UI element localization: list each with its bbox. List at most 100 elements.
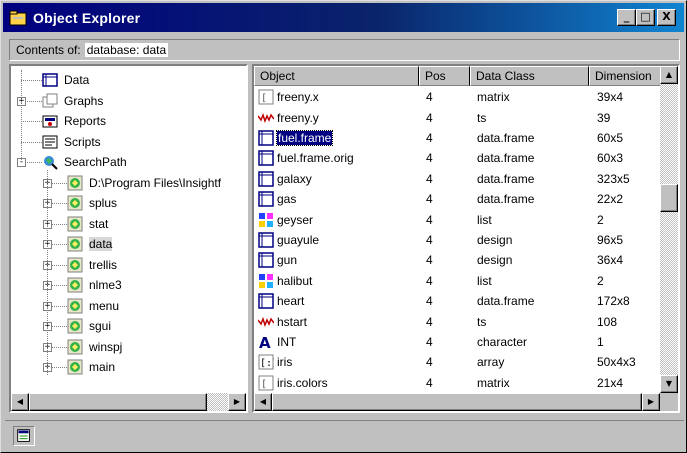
object-name: iris.colors	[277, 375, 328, 390]
object-dimension: 1	[597, 335, 604, 350]
table-row[interactable]: [ ]iris.colors 4 matrix 21x4	[254, 373, 662, 393]
tree-item-sgui[interactable]: sgui	[67, 316, 111, 336]
object-name: gas	[277, 192, 297, 207]
tree-item-stat[interactable]: stat	[67, 214, 108, 234]
list-scroll-up-button[interactable]: ▲	[660, 66, 678, 84]
tree-item-label: Reports	[64, 114, 107, 128]
minimize-button[interactable]: _	[617, 9, 636, 26]
object-pos: 4	[426, 294, 433, 309]
object-dimension: 2	[597, 212, 604, 227]
tree-horizontal-scrollbar[interactable]: ◀ ▶	[11, 393, 246, 411]
tree-scroll-left-button[interactable]: ◀	[11, 393, 29, 411]
table-row[interactable]: gun 4 design 36x4	[254, 250, 662, 271]
character-icon: A	[259, 334, 271, 350]
contents-of-bar: Contents of: database: data	[9, 39, 680, 61]
ts-icon	[258, 316, 274, 327]
table-row[interactable]: freeny.y 4 ts 39	[254, 107, 662, 128]
tree-item-label: winspj	[89, 339, 123, 354]
tree-item-main[interactable]: main	[67, 357, 115, 377]
table-row[interactable]: [:]iris 4 array 50x4x3	[254, 352, 662, 373]
table-row[interactable]: [ ]freeny.x 4 matrix 39x4	[254, 87, 662, 108]
list-icon	[259, 273, 273, 288]
tree-item-searchpath[interactable]: SearchPath	[42, 152, 127, 172]
list-scroll-right-button[interactable]: ▶	[642, 393, 660, 411]
list-scroll-left-button[interactable]: ◀	[254, 393, 272, 411]
tree-item-menu[interactable]: menu	[67, 296, 119, 316]
dataframe-icon	[258, 191, 274, 207]
contents-of-value: database: data	[84, 43, 169, 57]
title-bar[interactable]: Object Explorer _ □ X	[3, 3, 684, 32]
tree-branch-line	[47, 170, 48, 375]
table-row[interactable]: halibut 4 list 2	[254, 271, 662, 292]
tree-scroll-right-button[interactable]: ▶	[228, 393, 246, 411]
tree-item-graphs[interactable]: Graphs	[42, 91, 103, 111]
tree-connector	[21, 141, 42, 143]
object-data-class: character	[477, 335, 528, 350]
tree-item-label: stat	[89, 216, 109, 231]
column-header-pos[interactable]: Pos	[419, 66, 470, 86]
tree-item-label: sgui	[89, 319, 112, 333]
object-data-class: matrix	[477, 375, 510, 390]
matrix-icon: [ ]	[258, 89, 274, 105]
tree-item-data[interactable]: data	[67, 234, 113, 254]
table-row[interactable]: galaxy 4 data.frame 323x5	[254, 169, 662, 190]
object-explorer-window: Object Explorer _ □ X Contents of: datab…	[0, 0, 687, 453]
object-data-class: ts	[477, 110, 487, 125]
list-vertical-thumb[interactable]	[660, 184, 678, 212]
list-horizontal-thumb[interactable]	[272, 393, 642, 411]
table-row[interactable]: geyser 4 list 2	[254, 209, 662, 230]
tree-item-label: splus	[89, 196, 118, 210]
object-dimension: 323x5	[597, 171, 630, 186]
object-name: gun	[277, 253, 298, 268]
tree-connector	[21, 80, 42, 81]
status-tool-icon[interactable]	[13, 426, 35, 446]
svg-text:[:]: [:]	[260, 358, 274, 369]
database-icon	[67, 298, 83, 313]
object-name: fuel.frame.orig	[277, 151, 354, 166]
tree-item-label: trellis	[89, 257, 118, 272]
close-button[interactable]: X	[657, 9, 676, 26]
tree-item-nlme3[interactable]: nlme3	[67, 275, 122, 295]
tree-item-reports[interactable]: Reports	[42, 111, 106, 131]
maximize-button[interactable]: □	[636, 9, 655, 26]
database-icon	[67, 359, 83, 375]
object-name: halibut	[277, 273, 313, 288]
object-pos: 4	[426, 90, 433, 105]
object-dimension: 21x4	[597, 375, 624, 390]
column-header-object[interactable]: Object	[254, 66, 419, 86]
tree-item-data[interactable]: Data	[42, 70, 89, 90]
table-row[interactable]: fuel.frame 4 data.frame 60x5	[254, 128, 662, 149]
graphs-icon	[42, 93, 58, 107]
dataframe-icon	[258, 130, 274, 146]
tree-item-trellis[interactable]: trellis	[67, 255, 117, 275]
table-row[interactable]: A INT 4 character 1	[254, 332, 662, 353]
database-icon	[67, 339, 83, 354]
table-row[interactable]: hstart 4 ts 108	[254, 311, 662, 332]
tree-scroll-thumb[interactable]	[29, 393, 207, 411]
table-row[interactable]: fuel.frame.orig 4 data.frame 60x3	[254, 148, 662, 169]
list-scroll-down-button[interactable]: ▼	[660, 375, 678, 393]
list-vertical-scrollbar[interactable]: ▲ ▼	[660, 66, 678, 393]
table-row[interactable]: guayule 4 design 96x5	[254, 230, 662, 251]
tree-item-scripts[interactable]: Scripts	[42, 132, 101, 152]
tree-item-splus[interactable]: splus	[67, 193, 117, 213]
object-data-class: array	[477, 355, 505, 370]
object-data-class: data.frame	[477, 151, 535, 166]
object-data-class: list	[477, 212, 492, 227]
tree-item-winspj[interactable]: winspj	[67, 337, 122, 357]
object-name: freeny.y	[277, 110, 319, 125]
object-name: galaxy	[277, 171, 312, 186]
dataframe-icon	[258, 252, 274, 269]
tree-item-d-program-files-insightf[interactable]: D:\Program Files\Insightf	[67, 173, 221, 193]
list-horizontal-scrollbar[interactable]: ◀ ▶	[254, 393, 660, 411]
object-data-class: data.frame	[477, 171, 535, 186]
object-dimension: 60x5	[597, 131, 624, 146]
column-header-data-class[interactable]: Data Class	[470, 66, 589, 86]
column-header-dimension[interactable]: Dimension	[589, 66, 662, 86]
data-folder-icon	[42, 73, 58, 87]
object-pos: 4	[426, 273, 433, 288]
table-row[interactable]: heart 4 data.frame 172x8	[254, 291, 662, 312]
tree-item-label: SearchPath	[64, 155, 127, 169]
object-name: heart	[277, 294, 305, 309]
table-row[interactable]: gas 4 data.frame 22x2	[254, 189, 662, 210]
